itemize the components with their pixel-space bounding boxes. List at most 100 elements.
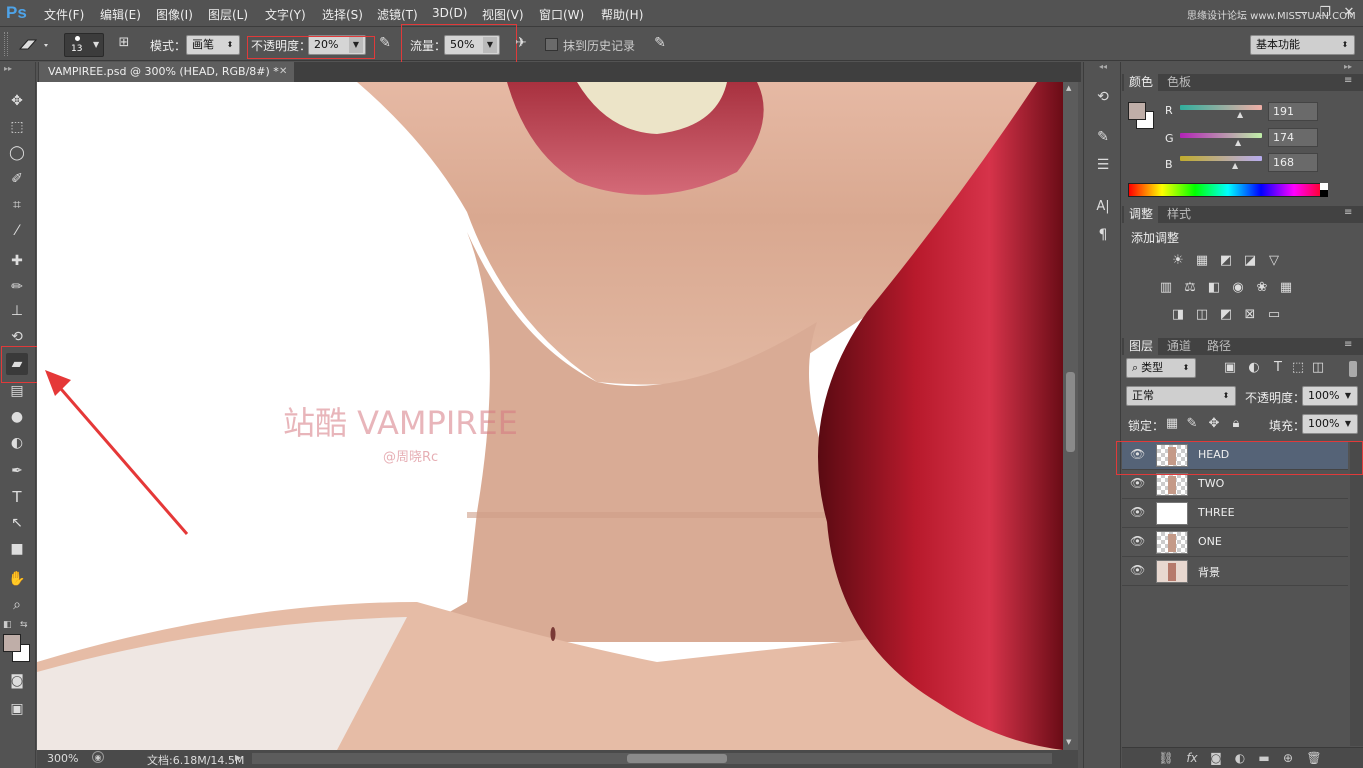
history-panel-icon[interactable]: ⟲ <box>1092 86 1114 108</box>
clone-stamp-tool-icon[interactable]: ⊥ <box>6 300 28 322</box>
healing-brush-tool-icon[interactable]: ✚ <box>6 250 28 272</box>
menu-select[interactable]: 选择(S) <box>322 6 363 23</box>
collapse-icon[interactable]: ▸▸ <box>4 64 12 73</box>
add-mask-icon[interactable]: ◙ <box>1208 751 1224 765</box>
brightness-icon[interactable]: ☀ <box>1170 253 1186 269</box>
lock-transparent-icon[interactable]: ▦ <box>1164 416 1180 432</box>
r-slider-handle-icon[interactable]: ▲ <box>1237 110 1243 119</box>
layer-row-background[interactable]: 👁︎ 背景 <box>1122 557 1348 586</box>
scroll-thumb[interactable] <box>1066 372 1075 452</box>
layer-row-three[interactable]: 👁︎ THREE <box>1122 499 1348 528</box>
dock-collapse-icon[interactable]: ◂◂ <box>1088 62 1118 72</box>
status-info-icon[interactable]: ◉ <box>92 751 104 763</box>
foreground-color-swatch[interactable] <box>3 634 21 652</box>
gradient-tool-icon[interactable]: ▤ <box>6 380 28 402</box>
hue-saturation-icon[interactable]: ▥ <box>1158 280 1174 296</box>
panels-collapse-icon[interactable]: ▸▸ <box>1344 62 1352 71</box>
new-group-icon[interactable]: ▬ <box>1256 751 1272 765</box>
path-select-tool-icon[interactable]: ↖ <box>6 512 28 534</box>
tab-swatches[interactable]: 色板 <box>1162 74 1196 91</box>
erase-history-checkbox[interactable] <box>545 38 558 51</box>
blur-tool-icon[interactable]: ● <box>6 406 28 428</box>
shape-tool-icon[interactable]: ■ <box>6 538 28 560</box>
paragraph-panel-icon[interactable]: ¶ <box>1092 224 1114 246</box>
eye-icon[interactable]: 👁︎ <box>1130 505 1145 519</box>
menu-layer[interactable]: 图层(L) <box>208 6 248 23</box>
menu-window[interactable]: 窗口(W) <box>539 6 584 23</box>
chevron-down-icon[interactable]: ▼ <box>1341 388 1355 404</box>
workspace-select[interactable]: 基本功能 ⬍ <box>1250 35 1355 55</box>
eye-icon[interactable]: 👁︎ <box>1130 476 1145 490</box>
default-colors-icon[interactable]: ◧ <box>3 620 12 630</box>
fill-input[interactable]: 100% ▼ <box>1302 414 1358 434</box>
tab-channels[interactable]: 通道 <box>1162 338 1196 355</box>
exposure-icon[interactable]: ◪ <box>1242 253 1258 269</box>
color-spectrum[interactable] <box>1128 183 1328 197</box>
lasso-tool-icon[interactable]: ◯ <box>6 142 28 164</box>
quick-mask-icon[interactable]: ◙ <box>6 670 28 692</box>
hand-tool-icon[interactable]: ✋ <box>6 568 28 590</box>
b-slider-handle-icon[interactable]: ▲ <box>1232 161 1238 170</box>
close-button[interactable]: ✕ <box>1338 4 1360 22</box>
new-layer-icon[interactable]: ⊕ <box>1280 751 1296 765</box>
b-input[interactable]: 168 <box>1268 153 1318 172</box>
link-layers-icon[interactable]: ⛓ <box>1158 751 1174 765</box>
channel-mixer-icon[interactable]: ❀ <box>1254 280 1270 296</box>
g-slider[interactable] <box>1180 133 1262 138</box>
black-white-icon[interactable]: ◧ <box>1206 280 1222 296</box>
grip-handle[interactable] <box>4 32 8 56</box>
levels-icon[interactable]: ▦ <box>1194 253 1210 269</box>
menu-edit[interactable]: 编辑(E) <box>100 6 141 23</box>
pressure-opacity-icon[interactable]: ✎ <box>375 35 395 55</box>
layer-row-one[interactable]: 👁︎ ONE <box>1122 528 1348 557</box>
eyedropper-tool-icon[interactable]: ⁄ <box>6 220 28 242</box>
filter-adjustment-icon[interactable]: ◐ <box>1246 360 1262 376</box>
g-input[interactable]: 174 <box>1268 128 1318 147</box>
filter-pixel-icon[interactable]: ▣ <box>1222 360 1238 376</box>
brush-panel-toggle-icon[interactable]: ⊞ <box>114 35 134 55</box>
tab-layers[interactable]: 图层 <box>1124 338 1159 355</box>
zoom-tool-icon[interactable]: ⌕ <box>6 594 28 616</box>
gradient-map-icon[interactable]: ▭ <box>1266 307 1282 323</box>
selective-color-icon[interactable]: ⊠ <box>1242 307 1258 323</box>
minimize-button[interactable]: — <box>1290 4 1312 22</box>
menu-view[interactable]: 视图(V) <box>482 6 524 23</box>
menu-file[interactable]: 文件(F) <box>44 6 84 23</box>
document-tab[interactable]: VAMPIREE.psd @ 300% (HEAD, RGB/8#) * ✕ <box>39 62 294 82</box>
lock-all-icon[interactable]: 🔒︎ <box>1228 416 1244 432</box>
status-menu-icon[interactable]: ▶ <box>235 753 241 762</box>
filter-shape-icon[interactable]: ⬚ <box>1290 360 1306 376</box>
lock-position-icon[interactable]: ✥ <box>1206 416 1222 432</box>
fx-icon[interactable]: fx <box>1184 751 1200 765</box>
new-adjustment-icon[interactable]: ◐ <box>1232 751 1248 765</box>
airbrush-icon[interactable]: ✈ <box>511 35 531 55</box>
tab-color[interactable]: 颜色 <box>1124 74 1159 91</box>
crop-tool-icon[interactable]: ⌗ <box>6 194 28 216</box>
color-balance-icon[interactable]: ⚖ <box>1182 280 1198 296</box>
filter-toggle[interactable] <box>1349 361 1357 377</box>
posterize-icon[interactable]: ◫ <box>1194 307 1210 323</box>
color-lookup-icon[interactable]: ▦ <box>1278 280 1294 296</box>
foreground-color-swatch[interactable] <box>1128 102 1146 120</box>
spectrum-bw[interactable] <box>1320 183 1328 197</box>
eye-icon[interactable]: 👁︎ <box>1130 563 1145 577</box>
restore-button[interactable]: ❐ <box>1314 4 1336 22</box>
pen-tool-icon[interactable]: ✒ <box>6 460 28 482</box>
panel-menu-icon[interactable]: ≡ <box>1344 339 1352 350</box>
zoom-level[interactable]: 300% <box>47 752 78 765</box>
dodge-tool-icon[interactable]: ◐ <box>6 432 28 454</box>
screen-mode-icon[interactable]: ▣ <box>6 698 28 720</box>
brush-tool-icon[interactable]: ✏ <box>6 276 28 298</box>
brush-picker[interactable]: 13 ▼ <box>64 33 104 57</box>
history-brush-tool-icon[interactable]: ⟲ <box>6 326 28 348</box>
mode-select[interactable]: 画笔 ⬍ <box>186 35 240 55</box>
g-slider-handle-icon[interactable]: ▲ <box>1235 138 1241 147</box>
brush-panel-icon[interactable]: ✎ <box>1092 126 1114 148</box>
r-input[interactable]: 191 <box>1268 102 1318 121</box>
lock-pixels-icon[interactable]: ✎ <box>1184 416 1200 432</box>
menu-help[interactable]: 帮助(H) <box>601 6 643 23</box>
layer-filter-select[interactable]: ⌕ 类型 ⬍ <box>1126 358 1196 378</box>
marquee-tool-icon[interactable]: ⬚ <box>6 116 28 138</box>
b-slider[interactable] <box>1180 156 1262 161</box>
blend-mode-select[interactable]: 正常 ⬍ <box>1126 386 1236 406</box>
